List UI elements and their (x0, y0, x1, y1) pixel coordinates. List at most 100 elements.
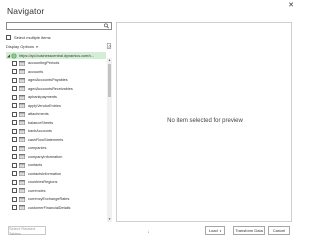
tree-item-checkbox[interactable] (12, 154, 17, 159)
table-icon (19, 188, 25, 193)
tree-item[interactable]: customerFinancialDetails (6, 205, 106, 211)
tree-item[interactable]: attachments (6, 111, 106, 117)
tree-item-label: applyVendorEntries (28, 103, 61, 108)
tree-item-label: balanceSheets (28, 120, 54, 125)
select-multiple-label: Select multiple items (14, 34, 51, 40)
tree-item-checkbox[interactable] (12, 162, 17, 168)
tree-item-label: attachments (28, 112, 49, 116)
table-icon (19, 60, 25, 66)
tree-item-checkbox[interactable] (12, 77, 17, 83)
tree-item-label: accountingPeriods (28, 61, 60, 65)
footer: Select Related Tables ⁞ Load ▾ Transform… (0, 224, 300, 240)
transform-data-button[interactable]: Transform Data (233, 226, 265, 235)
table-icon (19, 154, 25, 159)
tree-item-checkbox[interactable] (12, 128, 17, 134)
tree-item-label: agedAccountsReceivables (28, 86, 73, 91)
tree-item-checkbox[interactable] (12, 94, 17, 100)
tree-item-checkbox[interactable] (12, 188, 17, 193)
tree-item-label: contacts (28, 163, 43, 167)
tree-item[interactable]: contacts (6, 162, 106, 168)
tree-item-checkbox[interactable] (12, 103, 17, 108)
refresh-icon[interactable] (106, 43, 112, 49)
tree-item-checkbox[interactable] (12, 145, 17, 151)
table-icon (19, 137, 25, 142)
tree-item-checkbox[interactable] (12, 205, 17, 210)
tree-item[interactable]: cashFlowStatements (6, 137, 106, 143)
title-bar: Navigator ✕ (0, 0, 300, 22)
tree-item-checkbox[interactable] (12, 111, 17, 117)
tree-item-checkbox[interactable] (12, 137, 17, 142)
tree-item[interactable]: countriesRegions (6, 179, 106, 185)
tree-item[interactable]: currencyExchangeRates (6, 196, 106, 202)
select-multiple-items[interactable]: Select multiple items (6, 34, 51, 40)
select-multiple-checkbox[interactable] (6, 34, 11, 40)
tree-item[interactable]: accountingPeriods (6, 60, 106, 66)
tree-item-checkbox[interactable] (12, 120, 17, 125)
table-icon (19, 77, 25, 83)
preview-message: No item selected for preview (167, 118, 243, 124)
tree-item[interactable]: apbankpayments (6, 94, 106, 100)
scroll-thumb[interactable] (108, 64, 111, 97)
chevron-down-icon: ▾ (36, 45, 38, 49)
tree-item-label: customerFinancialDetails (28, 205, 71, 210)
table-icon (19, 145, 25, 151)
table-icon (19, 103, 25, 108)
tree-item-checkbox[interactable] (12, 86, 17, 91)
tree-item-checkbox[interactable] (12, 60, 17, 66)
tree-item[interactable]: agedAccountsPayables (6, 77, 106, 83)
tree-item[interactable]: accounts (6, 69, 106, 75)
globe-icon (11, 52, 17, 59)
tree-item[interactable]: agedAccountsReceivables (6, 86, 106, 92)
table-icon (19, 94, 25, 100)
tree-item[interactable]: balanceSheets (6, 120, 106, 126)
tree-item-checkbox[interactable] (12, 179, 17, 185)
tree-item-label: currencies (28, 188, 46, 193)
load-label: Load (208, 228, 218, 233)
tree-item[interactable]: companies (6, 145, 106, 151)
search-box[interactable] (6, 22, 112, 30)
select-related-tables-button[interactable]: Select Related Tables (8, 226, 46, 236)
tree-item-label: accounts (28, 69, 44, 74)
tree-item-label: agedAccountsPayables (28, 78, 68, 82)
display-options-dropdown[interactable]: Display Options ▾ (6, 44, 38, 49)
tree-item-label: companies (28, 146, 47, 150)
load-button[interactable]: Load ▾ (205, 226, 225, 235)
tree-item-label: contactsInformation (28, 171, 62, 176)
tree-item-label: countriesRegions (28, 180, 58, 184)
search-icon[interactable] (103, 23, 110, 29)
resize-handle-icon[interactable]: ⁞ (148, 229, 149, 234)
tree-item[interactable]: companyInformation (6, 154, 106, 160)
table-icon (19, 86, 25, 91)
tree-item[interactable]: currencies (6, 188, 106, 194)
tree-item-checkbox[interactable] (12, 196, 17, 202)
navigator-pane: Select multiple items Display Options ▾ … (6, 22, 114, 222)
table-icon (19, 162, 25, 168)
tree-item[interactable]: bankAccounts (6, 128, 106, 134)
tree-root-item[interactable]: ◢ https://api.businesscentral.dynamics.c… (6, 52, 106, 59)
close-icon[interactable]: ✕ (286, 1, 296, 11)
tree-item-label: cashFlowStatements (28, 137, 64, 142)
table-icon (19, 120, 25, 125)
table-icon (19, 69, 25, 74)
table-icon (19, 171, 25, 176)
table-icon (19, 196, 25, 202)
display-options-label: Display Options (6, 44, 35, 49)
window-title: Navigator (7, 6, 45, 16)
tree-item[interactable]: applyVendorEntries (6, 103, 106, 109)
search-input[interactable] (8, 23, 100, 29)
tree-item-label: bankAccounts (28, 129, 52, 133)
table-icon (19, 128, 25, 134)
navigator-tree: ◢ https://api.businesscentral.dynamics.c… (6, 52, 114, 222)
tree-item-label: currencyExchangeRates (28, 197, 70, 201)
scroll-down-icon[interactable]: ▼ (107, 217, 112, 222)
tree-item[interactable]: contactsInformation (6, 171, 106, 177)
tree-root-label: https://api.businesscentral.dynamics.com… (19, 53, 95, 58)
tree-item-checkbox[interactable] (12, 171, 17, 176)
table-icon (19, 179, 25, 185)
scroll-up-icon[interactable]: ▲ (107, 58, 112, 63)
tree-item-checkbox[interactable] (12, 69, 17, 74)
cancel-button[interactable]: Cancel (268, 226, 290, 235)
chevron-down-icon: ▾ (219, 228, 222, 233)
tree-item-label: companyInformation (28, 154, 63, 159)
tree-scrollbar[interactable]: ▲ ▼ (107, 58, 112, 222)
